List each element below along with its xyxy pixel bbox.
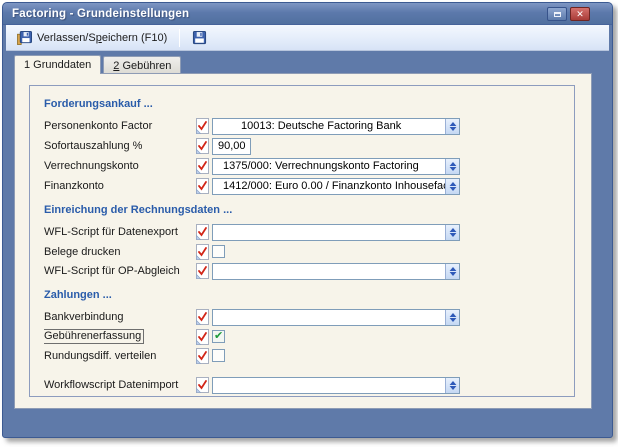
diamond-arrows-icon bbox=[449, 162, 457, 171]
required-check-icon bbox=[196, 158, 209, 174]
combo-value: 1412/000: Euro 0.00 / Finanzkonto Inhous… bbox=[213, 179, 445, 194]
wfl-datenexport-combobox[interactable] bbox=[212, 224, 460, 241]
restore-icon bbox=[554, 12, 561, 17]
field-label: Sofortauszahlung % bbox=[44, 140, 192, 152]
dropdown-diamond-button[interactable] bbox=[445, 310, 459, 325]
dropdown-diamond-button[interactable] bbox=[445, 225, 459, 240]
tab-grunddaten[interactable]: 1 Grunddaten bbox=[14, 55, 101, 74]
required-check-icon bbox=[196, 263, 209, 279]
exit-save-label: Verlassen/Speichern (F10) bbox=[37, 32, 167, 44]
combo-value bbox=[213, 378, 445, 393]
belege-drucken-checkbox[interactable] bbox=[212, 245, 225, 258]
exit-save-icon bbox=[17, 30, 32, 45]
toolbar: Verlassen/Speichern (F10) bbox=[6, 25, 609, 51]
field-label: Finanzkonto bbox=[44, 180, 192, 192]
field-label: WFL-Script für OP-Abgleich bbox=[44, 265, 192, 277]
field-label: Personenkonto Factor bbox=[44, 120, 192, 132]
row-finanzkonto: Finanzkonto 1412/000: Euro 0.00 / Finanz… bbox=[44, 176, 560, 196]
required-check-icon bbox=[196, 118, 209, 134]
diamond-arrows-icon bbox=[449, 313, 457, 322]
exit-save-button[interactable]: Verlassen/Speichern (F10) bbox=[10, 28, 174, 48]
dropdown-diamond-button[interactable] bbox=[445, 378, 459, 393]
required-check-icon bbox=[196, 178, 209, 194]
tab-page-grunddaten: Forderungsankauf ... Personenkonto Facto… bbox=[14, 73, 592, 409]
row-rundungsdiff: Rundungsdiff. verteilen bbox=[44, 346, 560, 365]
combo-value: 10013: Deutsche Factoring Bank bbox=[213, 119, 445, 134]
required-check-icon bbox=[196, 309, 209, 325]
field-label: Workflowscript Datenimport bbox=[44, 379, 192, 391]
required-check-icon bbox=[196, 397, 209, 398]
diamond-arrows-icon bbox=[449, 122, 457, 131]
combo-value bbox=[213, 225, 445, 240]
field-label: Rundungsdiff. verteilen bbox=[44, 350, 192, 362]
dropdown-diamond-button[interactable] bbox=[445, 264, 459, 279]
section-heading-forderungsankauf: Forderungsankauf ... bbox=[44, 98, 560, 114]
diamond-arrows-icon bbox=[449, 381, 457, 390]
save-button[interactable] bbox=[185, 28, 214, 48]
focused-label-box: Gebührenerfassung bbox=[44, 329, 144, 344]
tabstrip: 1 Grunddaten 2 Gebühren bbox=[14, 55, 183, 73]
section-heading-einreichung: Einreichung der Rechnungsdaten ... bbox=[44, 204, 560, 220]
workflowscript-combobox[interactable] bbox=[212, 377, 460, 394]
combo-value bbox=[213, 310, 445, 325]
restore-window-button[interactable] bbox=[547, 7, 567, 21]
field-label: Verrechnungskonto bbox=[44, 160, 192, 172]
required-check-icon bbox=[196, 138, 209, 154]
rundungsdiff-checkbox[interactable] bbox=[212, 349, 225, 362]
field-label: WFL-Script für Datenexport bbox=[44, 226, 192, 238]
row-wfl-op-abgleich: WFL-Script für OP-Abgleich bbox=[44, 261, 560, 281]
required-check-icon bbox=[196, 224, 209, 240]
titlebar: Factoring - Grundeinstellungen ✕ bbox=[3, 3, 612, 25]
row-workflowscript: Workflowscript Datenimport bbox=[44, 375, 560, 395]
diamond-arrows-icon bbox=[449, 182, 457, 191]
combo-value bbox=[213, 264, 445, 279]
tab-gebuehren-label: 2 Gebühren bbox=[113, 60, 171, 72]
close-icon: ✕ bbox=[576, 10, 584, 19]
field-label: Gebührenerfassung bbox=[44, 329, 192, 344]
verrechnungskonto-combobox[interactable]: 1375/000: Verrechnungskonto Factoring bbox=[212, 158, 460, 175]
row-belege-drucken: Belege drucken bbox=[44, 242, 560, 261]
dropdown-diamond-button[interactable] bbox=[445, 159, 459, 174]
bankverbindung-combobox[interactable] bbox=[212, 309, 460, 326]
diamond-arrows-icon bbox=[449, 228, 457, 237]
diamond-arrows-icon bbox=[449, 267, 457, 276]
row-gebuehrenerfassung: Gebührenerfassung bbox=[44, 327, 560, 346]
sofortauszahlung-input[interactable]: 90,00 bbox=[212, 138, 251, 155]
row-ohne-zahlungsdialog: Ohne Zahlungsdialog buchen bbox=[44, 395, 560, 397]
dropdown-diamond-button[interactable] bbox=[445, 179, 459, 194]
dropdown-diamond-button[interactable] bbox=[445, 119, 459, 134]
toolbar-separator bbox=[179, 29, 180, 47]
required-check-icon bbox=[196, 348, 209, 364]
row-wfl-datenexport: WFL-Script für Datenexport bbox=[44, 222, 560, 242]
close-window-button[interactable]: ✕ bbox=[570, 7, 590, 21]
field-label: Bankverbindung bbox=[44, 311, 192, 323]
row-personenkonto: Personenkonto Factor 10013: Deutsche Fac… bbox=[44, 116, 560, 136]
settings-groupbox: Forderungsankauf ... Personenkonto Facto… bbox=[29, 85, 575, 397]
row-verrechnungskonto: Verrechnungskonto 1375/000: Verrechnungs… bbox=[44, 156, 560, 176]
combo-value: 1375/000: Verrechnungskonto Factoring bbox=[213, 159, 445, 174]
save-floppy-icon bbox=[192, 30, 207, 45]
row-sofortauszahlung: Sofortauszahlung % 90,00 bbox=[44, 136, 560, 156]
required-check-icon bbox=[196, 329, 209, 345]
finanzkonto-combobox[interactable]: 1412/000: Euro 0.00 / Finanzkonto Inhous… bbox=[212, 178, 460, 195]
personenkonto-combobox[interactable]: 10013: Deutsche Factoring Bank bbox=[212, 118, 460, 135]
tab-grunddaten-label: 1 Grunddaten bbox=[24, 59, 91, 71]
section-heading-zahlungen: Zahlungen ... bbox=[44, 289, 560, 305]
gebuehrenerfassung-checkbox[interactable] bbox=[212, 330, 225, 343]
required-check-icon bbox=[196, 244, 209, 260]
row-bankverbindung: Bankverbindung bbox=[44, 307, 560, 327]
required-check-icon bbox=[196, 377, 209, 393]
app-window: Factoring - Grundeinstellungen ✕ Verlass… bbox=[2, 2, 613, 438]
window-title: Factoring - Grundeinstellungen bbox=[12, 8, 189, 20]
wfl-op-abgleich-combobox[interactable] bbox=[212, 263, 460, 280]
tab-gebuehren[interactable]: 2 Gebühren bbox=[103, 56, 181, 73]
field-label: Belege drucken bbox=[44, 246, 192, 258]
